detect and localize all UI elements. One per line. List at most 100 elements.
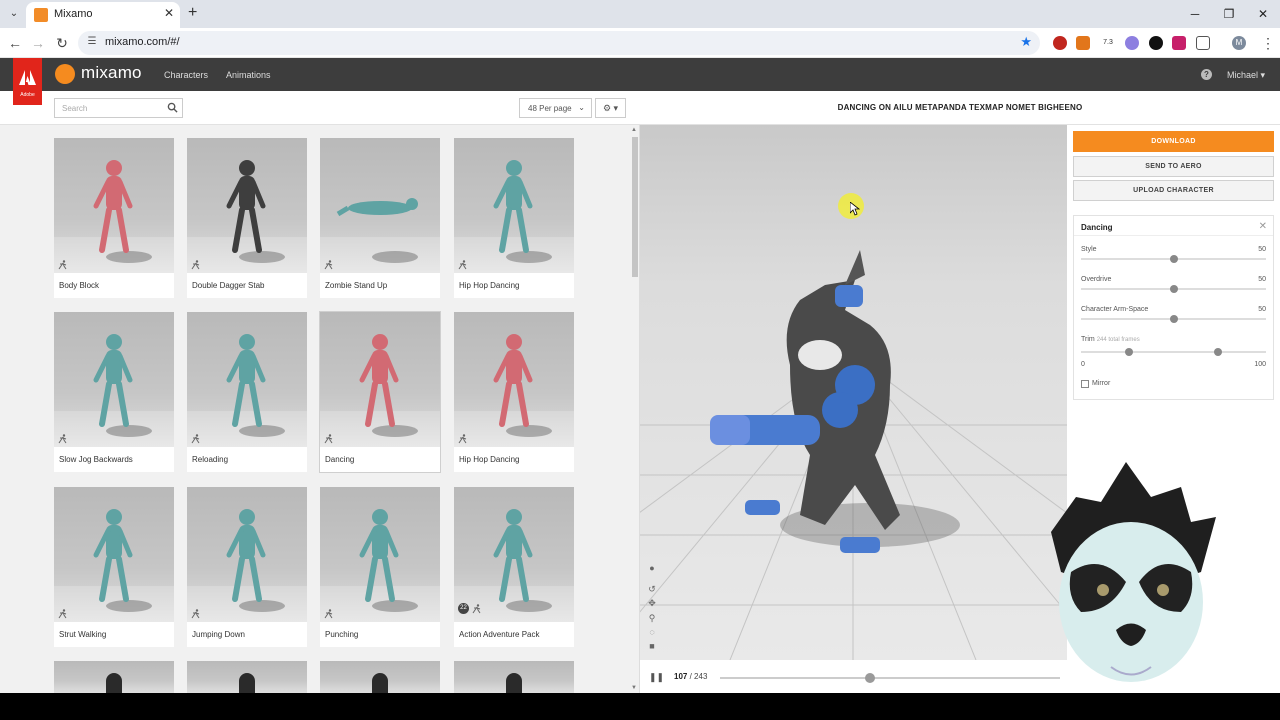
animation-thumbnail[interactable] xyxy=(54,487,174,622)
tab-close-icon[interactable]: ✕ xyxy=(164,6,174,20)
address-bar[interactable]: ☰ mixamo.com/#/ ★ xyxy=(78,31,1040,55)
extension-cloud-icon[interactable] xyxy=(1125,36,1139,50)
slider-track[interactable] xyxy=(1081,315,1266,323)
animation-thumbnail[interactable] xyxy=(187,487,307,622)
animation-card[interactable] xyxy=(54,661,174,693)
new-tab-icon[interactable]: + xyxy=(188,4,197,22)
search-icon[interactable] xyxy=(167,102,178,113)
trim-slider[interactable] xyxy=(1081,348,1266,356)
animation-card[interactable]: Reloading xyxy=(187,312,307,472)
slider-knob[interactable] xyxy=(1169,285,1178,293)
bookmark-star-icon[interactable]: ★ xyxy=(1020,34,1032,50)
per-page-select[interactable]: 48 Per page ⌄ xyxy=(519,98,592,118)
animation-card[interactable]: Double Dagger Stab xyxy=(187,138,307,298)
animation-thumbnail[interactable] xyxy=(187,138,307,273)
trim-start-handle[interactable] xyxy=(1125,348,1134,356)
timeline-scrubber[interactable] xyxy=(864,673,875,683)
properties-title: Dancing xyxy=(1081,223,1113,232)
scroll-up-icon[interactable]: ▲ xyxy=(631,127,637,133)
mirror-checkbox[interactable] xyxy=(1081,380,1089,388)
animation-card[interactable]: Jumping Down xyxy=(187,487,307,647)
character-figure xyxy=(93,160,133,253)
animation-thumbnail[interactable] xyxy=(187,661,307,693)
restore-icon[interactable]: ❐ xyxy=(1212,0,1246,28)
timeline-track[interactable] xyxy=(720,673,1060,683)
extension-shield-icon[interactable] xyxy=(1053,36,1067,50)
grid-scrollbar[interactable]: ▲ ▼ xyxy=(631,127,638,691)
close-window-icon[interactable]: ✕ xyxy=(1246,0,1280,28)
help-icon[interactable]: ? xyxy=(1201,69,1212,80)
character-figure xyxy=(506,673,522,693)
brand-name[interactable]: mixamo xyxy=(81,63,142,83)
pause-icon[interactable]: ❚❚ xyxy=(649,672,664,683)
animation-card[interactable]: Slow Jog Backwards xyxy=(54,312,174,472)
scroll-down-icon[interactable]: ▼ xyxy=(631,685,637,691)
record-icon[interactable]: ■ xyxy=(646,640,658,652)
animation-card[interactable]: Body Block xyxy=(54,138,174,298)
nav-characters[interactable]: Characters xyxy=(164,70,208,80)
close-icon[interactable]: ✕ xyxy=(1259,221,1267,232)
animation-thumbnail[interactable]: 22 xyxy=(454,487,574,622)
slider-knob[interactable] xyxy=(1169,255,1178,263)
slider-track[interactable] xyxy=(1081,255,1266,263)
trim-end-handle[interactable] xyxy=(1213,348,1222,356)
running-figure-icon xyxy=(458,260,467,270)
forward-icon[interactable]: → xyxy=(29,34,47,52)
extensions-puzzle-icon[interactable] xyxy=(1196,36,1210,50)
adobe-logo[interactable]: Adobe xyxy=(13,58,42,105)
animation-thumbnail[interactable] xyxy=(54,661,174,693)
extension-fox-icon[interactable] xyxy=(1076,36,1090,50)
extension-pink-icon[interactable] xyxy=(1172,36,1186,50)
adobe-a-icon xyxy=(19,70,36,85)
animation-card[interactable]: 22 Action Adventure Pack xyxy=(454,487,574,647)
animation-card[interactable] xyxy=(187,661,307,693)
back-icon[interactable]: ← xyxy=(6,34,24,52)
upload-character-button[interactable]: UPLOAD CHARACTER xyxy=(1073,180,1274,201)
slider-knob[interactable] xyxy=(1169,315,1178,323)
reload-icon[interactable]: ↻ xyxy=(53,34,71,52)
search-placeholder: Search xyxy=(62,104,88,113)
animation-thumbnail[interactable] xyxy=(187,312,307,447)
site-info-icon[interactable]: ☰ xyxy=(86,36,98,48)
extension-x-icon[interactable] xyxy=(1149,36,1163,50)
animation-thumbnail[interactable] xyxy=(320,487,440,622)
orbit-icon[interactable]: ◌ xyxy=(646,626,658,638)
animation-card[interactable]: Punching xyxy=(320,487,440,647)
slider-track[interactable] xyxy=(1081,285,1266,293)
camera-icon[interactable]: ● xyxy=(646,562,658,574)
animation-thumbnail[interactable] xyxy=(320,661,440,693)
animation-thumbnail[interactable] xyxy=(320,312,440,447)
extension-counter-icon[interactable]: 7.3 xyxy=(1101,36,1115,50)
nav-animations[interactable]: Animations xyxy=(226,70,271,80)
browser-toolbar-row: Search 48 Per page ⌄ ⚙ ▾ xyxy=(0,91,640,125)
animation-card[interactable]: Hip Hop Dancing xyxy=(454,138,574,298)
character-figure xyxy=(106,673,122,693)
settings-dropdown[interactable]: ⚙ ▾ xyxy=(595,98,626,118)
animation-thumbnail[interactable] xyxy=(54,312,174,447)
animation-card[interactable]: Strut Walking xyxy=(54,487,174,647)
minimize-icon[interactable]: ─ xyxy=(1178,0,1212,28)
character-figure xyxy=(93,334,133,427)
user-menu[interactable]: Michael ▾ xyxy=(1227,70,1265,81)
profile-avatar[interactable]: M xyxy=(1232,36,1246,50)
animation-thumbnail[interactable] xyxy=(454,661,574,693)
download-button[interactable]: DOWNLOAD xyxy=(1073,131,1274,152)
animation-card[interactable]: Hip Hop Dancing xyxy=(454,312,574,472)
animation-thumbnail[interactable] xyxy=(454,312,574,447)
animation-card[interactable] xyxy=(320,661,440,693)
send-to-aero-button[interactable]: SEND TO AERO xyxy=(1073,156,1274,177)
scroll-thumb[interactable] xyxy=(632,137,638,277)
animation-card[interactable]: Zombie Stand Up xyxy=(320,138,440,298)
search-input[interactable]: Search xyxy=(54,98,183,118)
browser-tab[interactable]: Mixamo ✕ xyxy=(26,2,180,28)
animation-card[interactable] xyxy=(454,661,574,693)
animation-card[interactable]: Dancing xyxy=(320,312,440,472)
tab-search-chevron-icon[interactable]: ⌄ xyxy=(6,6,22,22)
animation-thumbnail[interactable] xyxy=(320,138,440,273)
animation-thumbnail[interactable] xyxy=(54,138,174,273)
reset-view-icon[interactable]: ↺ xyxy=(646,583,658,595)
zoom-icon[interactable]: ⚲ xyxy=(646,612,658,624)
animation-thumbnail[interactable] xyxy=(454,138,574,273)
browser-menu-icon[interactable]: ⋮ xyxy=(1259,34,1277,52)
pan-icon[interactable]: ✥ xyxy=(646,597,658,609)
